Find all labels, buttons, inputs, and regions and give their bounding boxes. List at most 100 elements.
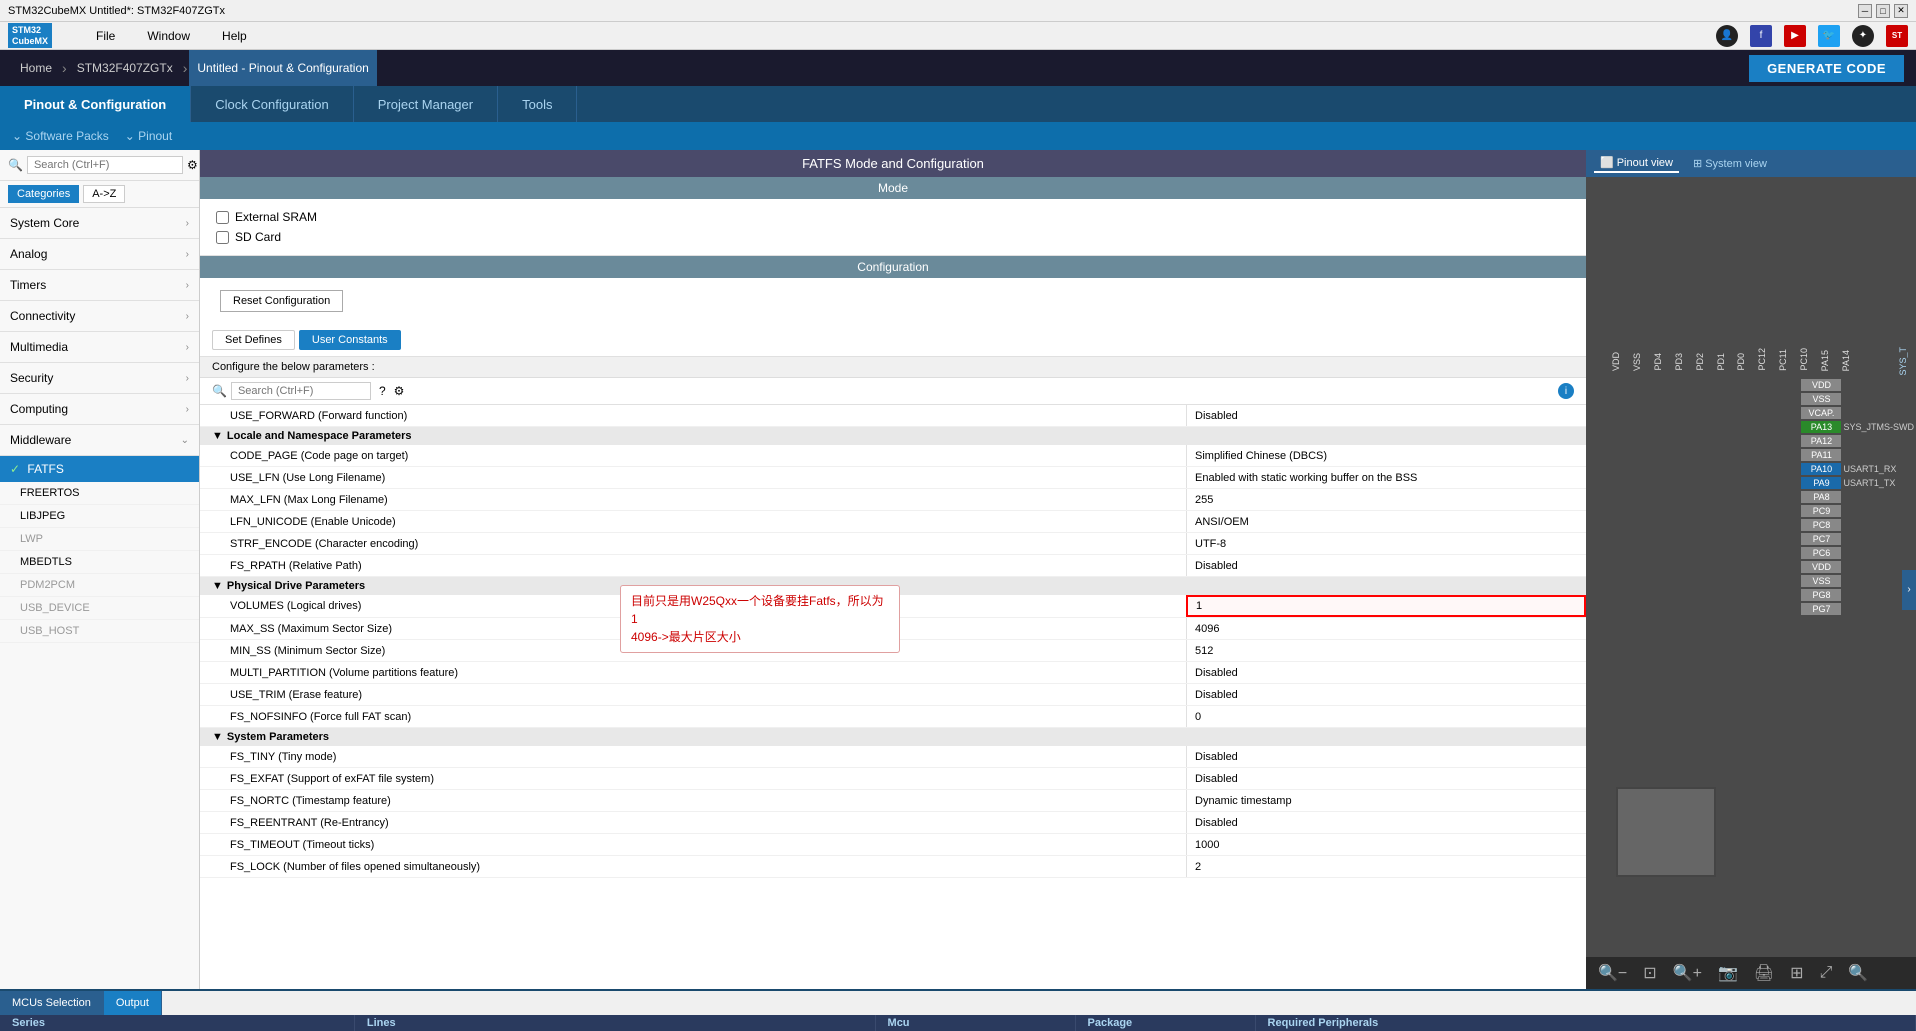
param-group-system[interactable]: ▼ System Parameters [200, 728, 1586, 746]
param-fs-nofsinfo-value[interactable]: 0 [1186, 706, 1586, 727]
param-use-trim-value[interactable]: Disabled [1186, 684, 1586, 705]
param-max-lfn-value[interactable]: 255 [1186, 489, 1586, 510]
sidebar-sub-pdm2pcm[interactable]: PDM2PCM [0, 574, 199, 597]
sidebar-sub-lwp[interactable]: LWP [0, 528, 199, 551]
sidebar-item-security[interactable]: Security › [0, 363, 199, 394]
param-fs-lock-value[interactable]: 2 [1186, 856, 1586, 877]
breadcrumb-mcu[interactable]: STM32F407ZGTx [69, 50, 181, 86]
settings-icon[interactable]: ⚙ [187, 158, 198, 172]
search-pin-btn[interactable]: 🔍 [1844, 961, 1872, 985]
menu-file[interactable]: File [92, 27, 119, 45]
external-sram-checkbox[interactable] [216, 211, 229, 224]
param-min-ss-value[interactable]: 512 [1186, 640, 1586, 661]
sidebar-item-analog[interactable]: Analog › [0, 239, 199, 270]
reset-config-button[interactable]: Reset Configuration [220, 290, 343, 312]
param-group-locale[interactable]: ▼ Locale and Namespace Parameters [200, 427, 1586, 445]
generate-code-button[interactable]: GENERATE CODE [1749, 55, 1904, 82]
pin-vss-right[interactable]: VSS [1801, 393, 1841, 405]
param-max-ss-value[interactable]: 4096 [1186, 618, 1586, 639]
sub-tab-software-packs[interactable]: ⌄ Software Packs [12, 129, 109, 143]
grid-btn[interactable]: ⊞ [1786, 961, 1807, 985]
pin-pa13-right[interactable]: PA13 [1801, 421, 1841, 433]
user-icon[interactable]: 👤 [1716, 25, 1738, 47]
network-icon[interactable]: ✦ [1852, 25, 1874, 47]
sidebar-sub-libjpeg[interactable]: LIBJPEG [0, 505, 199, 528]
youtube-icon[interactable]: ▶ [1784, 25, 1806, 47]
pin-pc6-right[interactable]: PC6 [1801, 547, 1841, 559]
tab-project[interactable]: Project Manager [354, 86, 498, 122]
pin-vdd-right[interactable]: VDD [1801, 379, 1841, 391]
twitter-icon[interactable]: 🐦 [1818, 25, 1840, 47]
zoom-in-btn[interactable]: 🔍+ [1669, 961, 1706, 985]
pin-pg8-right[interactable]: PG8 [1801, 589, 1841, 601]
pin-pc9-right[interactable]: PC9 [1801, 505, 1841, 517]
sidebar-sub-usb-host[interactable]: USB_HOST [0, 620, 199, 643]
facebook-icon[interactable]: f [1750, 25, 1772, 47]
pin-pa15[interactable]: PA15 [1818, 348, 1832, 373]
pin-pc7-right[interactable]: PC7 [1801, 533, 1841, 545]
param-multi-partition-value[interactable]: Disabled [1186, 662, 1586, 683]
breadcrumb-project[interactable]: Untitled - Pinout & Configuration [189, 50, 376, 86]
pin-pa12-right[interactable]: PA12 [1801, 435, 1841, 447]
pin-pc8-right[interactable]: PC8 [1801, 519, 1841, 531]
pin-pg7-right[interactable]: PG7 [1801, 603, 1841, 615]
pin-vss-top[interactable]: VSS [1630, 351, 1644, 373]
sd-card-checkbox[interactable] [216, 231, 229, 244]
pin-vss3-right[interactable]: VSS [1801, 575, 1841, 587]
param-use-forward-value[interactable]: Disabled [1186, 405, 1586, 426]
param-fs-tiny-value[interactable]: Disabled [1186, 746, 1586, 767]
param-use-lfn-value[interactable]: Enabled with static working buffer on th… [1186, 467, 1586, 488]
sidebar-item-middleware[interactable]: Middleware ⌄ [0, 425, 199, 456]
pin-vdd2-right[interactable]: VDD [1801, 561, 1841, 573]
maximize-btn[interactable]: □ [1876, 4, 1890, 18]
pin-pc11[interactable]: PC11 [1776, 347, 1790, 373]
menu-help[interactable]: Help [218, 27, 251, 45]
bottom-tab-output[interactable]: Output [104, 991, 162, 1015]
sidebar-item-computing[interactable]: Computing › [0, 394, 199, 425]
pin-pd1[interactable]: PD1 [1714, 351, 1728, 373]
tab-pinout[interactable]: Pinout & Configuration [0, 86, 191, 122]
pin-pa11-right[interactable]: PA11 [1801, 449, 1841, 461]
param-search-input[interactable] [231, 382, 371, 400]
minimize-btn[interactable]: ─ [1858, 4, 1872, 18]
print-btn[interactable]: 🖨 [1750, 961, 1778, 985]
pin-pd2[interactable]: PD2 [1693, 351, 1707, 373]
pin-pa10-right[interactable]: PA10 [1801, 463, 1841, 475]
sidebar-tab-categories[interactable]: Categories [8, 185, 79, 203]
sidebar-search-input[interactable] [27, 156, 183, 174]
pin-pd0[interactable]: PD0 [1734, 351, 1748, 373]
sidebar-sub-freertos[interactable]: FREERTOS [0, 482, 199, 505]
view-tab-system[interactable]: ⊞ System view [1687, 154, 1773, 173]
expand-btn[interactable]: ⤢ [1816, 962, 1837, 984]
pin-pd3[interactable]: PD3 [1672, 351, 1686, 373]
param-volumes-value[interactable]: 1 [1186, 595, 1586, 617]
param-fs-rpath-value[interactable]: Disabled [1186, 555, 1586, 576]
sidebar-sub-fatfs[interactable]: ✓ FATFS [0, 456, 199, 482]
pin-pc10[interactable]: PC10 [1797, 346, 1811, 373]
pin-pa14[interactable]: PA14 [1839, 348, 1853, 373]
pin-pa9-right[interactable]: PA9 [1801, 477, 1841, 489]
sidebar-sub-usb-device[interactable]: USB_DEVICE [0, 597, 199, 620]
sidebar-sub-mbedtls[interactable]: MBEDTLS [0, 551, 199, 574]
param-settings-icon[interactable]: ⚙ [394, 384, 405, 398]
menu-window[interactable]: Window [143, 27, 194, 45]
tab-clock[interactable]: Clock Configuration [191, 86, 353, 122]
sidebar-item-multimedia[interactable]: Multimedia › [0, 332, 199, 363]
param-fs-timeout-value[interactable]: 1000 [1186, 834, 1586, 855]
zoom-out-btn[interactable]: 🔍− [1594, 961, 1631, 985]
sidebar-item-timers[interactable]: Timers › [0, 270, 199, 301]
param-fs-exfat-value[interactable]: Disabled [1186, 768, 1586, 789]
pin-pd4[interactable]: PD4 [1651, 351, 1665, 373]
pin-vdd-top[interactable]: VDD [1609, 350, 1623, 373]
config-tab-set-defines[interactable]: Set Defines [212, 330, 295, 350]
param-lfn-unicode-value[interactable]: ANSI/OEM [1186, 511, 1586, 532]
fit-btn[interactable]: ⊡ [1639, 961, 1660, 985]
sidebar-tab-az[interactable]: A->Z [83, 185, 125, 203]
bottom-tab-mcus[interactable]: MCUs Selection [0, 991, 104, 1015]
right-panel-collapse-btn[interactable]: › [1902, 570, 1916, 610]
pin-pa8-right[interactable]: PA8 [1801, 491, 1841, 503]
param-fs-reentrant-value[interactable]: Disabled [1186, 812, 1586, 833]
close-btn[interactable]: ✕ [1894, 4, 1908, 18]
tab-tools[interactable]: Tools [498, 86, 577, 122]
pin-vcap-right[interactable]: VCAP. [1801, 407, 1841, 419]
